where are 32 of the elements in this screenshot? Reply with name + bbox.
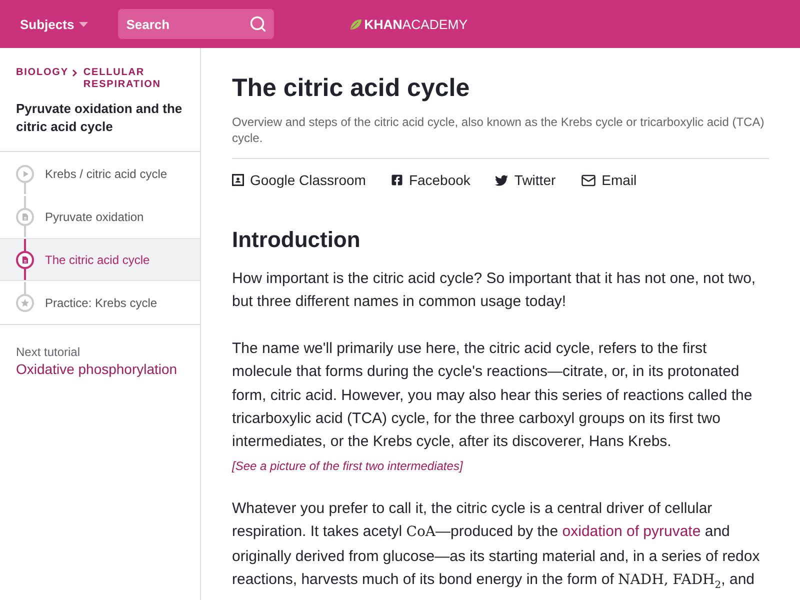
document-icon [16, 208, 34, 226]
body-paragraph: How important is the citric acid cycle? So important that it has not one, not two, but three different names in common usage today! [232, 269, 757, 312]
share-link[interactable]: Facebook [390, 172, 470, 188]
tutorial-item[interactable]: The citric acid cycle [0, 238, 200, 281]
article-title: The citric acid cycle [232, 73, 471, 104]
subjects-menu[interactable]: Subjects [20, 16, 88, 32]
next-tutorial-link[interactable]: Oxidative phosphorylation [16, 360, 178, 378]
body-paragraph: Whatever you prefer to call it, the citric cycle is a central driver of cellular respiration. It takes acetyl CoA—produced by the oxidation of pyruvate and originally derived from glucose—as its starting material and, in a series of redox reactions, harvests much of its bond energy in the form of NADH, FADH$_{2}$, and [232, 498, 761, 592]
envelope-icon [580, 172, 596, 188]
section-heading: Introduction [232, 226, 362, 254]
search-field[interactable]: Search [118, 9, 274, 39]
breadcrumb-link[interactable]: CELLULAR RESPIRATION [83, 67, 176, 91]
breadcrumb-link[interactable]: BIOLOGY [16, 67, 68, 79]
leaf-icon [350, 18, 362, 30]
document-icon [16, 250, 34, 268]
expand-link[interactable]: [See a picture of the first two intermediates] [232, 458, 463, 474]
share-link[interactable]: Twitter [495, 172, 556, 188]
tutorial-title: Pyruvate oxidation and the citric acid cycle [16, 100, 184, 136]
text-link[interactable]: oxidation of pyruvate [562, 523, 701, 540]
body-paragraph: The name we'll primarily use here, the citric acid cycle, refers to the first molecule that forms during the cycle's reactions—citrate, or, in its protonated form, citric acid. However, you may also hear this series of reactions called the tricarboxylic acid (TCA) cycle, for the three carboxyl groups on its first two intermediates, or the Krebs cycle, after its discoverer, Hans Krebs. [232, 338, 754, 452]
presentation-icon [232, 174, 244, 186]
search-icon[interactable] [249, 15, 268, 33]
next-tutorial-label: Next tutorial [16, 344, 80, 360]
caret-down-icon [79, 22, 88, 26]
facebook-icon [390, 174, 403, 186]
logo-text[interactable]: KHANACADEMY [364, 16, 468, 32]
share-link[interactable]: Google Classroom [232, 172, 366, 188]
article-summary: Overview and steps of the citric acid cycle, also known as the Krebs cycle or tricarboxylic acid (TCA) cycle. [232, 114, 766, 146]
share-link[interactable]: Email [580, 172, 637, 188]
play-icon [16, 164, 34, 182]
bird-icon [495, 174, 508, 186]
chevron-right-icon [72, 69, 78, 77]
